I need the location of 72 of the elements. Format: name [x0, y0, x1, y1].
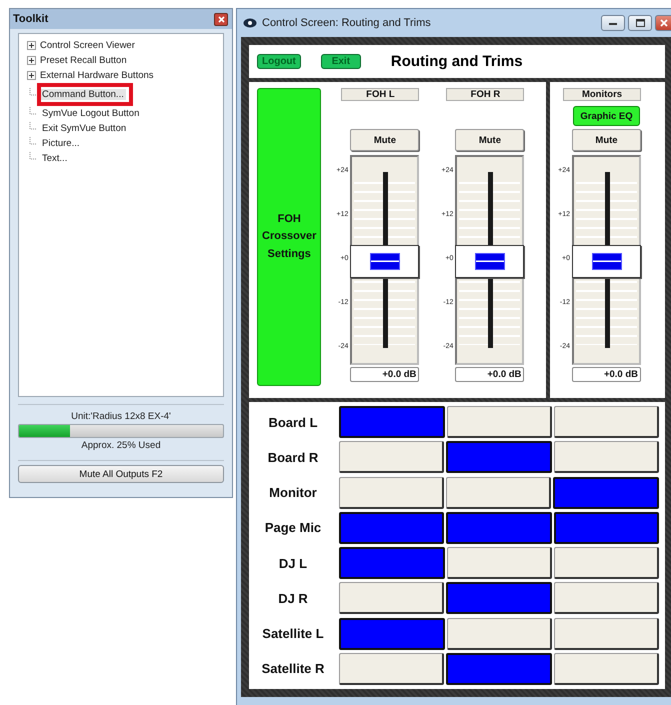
routing-toggle[interactable]: [446, 582, 552, 614]
routing-toggle[interactable]: [339, 406, 445, 438]
routing-toggle[interactable]: [446, 476, 551, 509]
unit-label: Unit:'Radius 12x8 EX-4': [70, 411, 172, 422]
tree-item[interactable]: Control Screen Viewer: [38, 40, 137, 51]
tree-item[interactable]: Picture...: [40, 138, 82, 149]
routing-toggle[interactable]: [339, 441, 444, 474]
source-label: Satellite L: [261, 626, 325, 642]
maximize-icon: [636, 19, 644, 27]
tree-item[interactable]: Preset Recall Button: [38, 55, 129, 66]
level-readout: +0.0 dB: [455, 367, 524, 382]
panel-title: Toolkit: [13, 13, 48, 25]
source-label: DJ R: [277, 590, 309, 606]
tree-item[interactable]: External Hardware Buttons: [38, 70, 156, 81]
channel-label: Monitors: [563, 88, 641, 101]
source-label: Satellite R: [260, 661, 326, 676]
routing-toggle[interactable]: [446, 652, 552, 685]
tree-item[interactable]: Command Button...: [40, 89, 126, 100]
routing-toggle[interactable]: [447, 406, 552, 438]
expand-icon[interactable]: [27, 71, 36, 80]
routing-toggle[interactable]: [554, 652, 659, 685]
tree-item[interactable]: Text...: [40, 153, 70, 164]
mute-button[interactable]: Mute: [455, 129, 524, 151]
mute-all-button[interactable]: Mute All Outputs F2: [18, 465, 224, 483]
routing-toggle[interactable]: [553, 476, 659, 509]
routing-toggle[interactable]: [339, 652, 444, 685]
minimize-button[interactable]: [601, 15, 625, 31]
channel-label: FOH L: [341, 88, 420, 101]
expand-icon[interactable]: [27, 56, 36, 65]
close-button[interactable]: [655, 15, 671, 31]
source-label: Monitor: [268, 485, 318, 500]
source-label: Board R: [266, 450, 320, 465]
close-button[interactable]: [214, 12, 228, 26]
close-icon: [660, 19, 668, 27]
routing-toggle[interactable]: [446, 512, 552, 544]
mute-button[interactable]: Mute: [350, 129, 420, 151]
screen-title: Routing and Trims: [390, 53, 523, 70]
source-label: Page Mic: [264, 520, 322, 536]
eye-icon: [243, 18, 257, 28]
routing-toggle[interactable]: [339, 512, 444, 544]
close-icon: [218, 16, 224, 22]
source-label: DJ L: [278, 556, 308, 571]
routing-toggle[interactable]: [446, 441, 552, 474]
graphic-eq-button[interactable]: Graphic EQ: [573, 106, 640, 126]
routing-toggle[interactable]: [339, 582, 444, 614]
routing-toggle[interactable]: [447, 618, 552, 650]
tree-item[interactable]: SymVue Logout Button: [40, 108, 142, 119]
routing-toggle[interactable]: [339, 547, 445, 580]
fader-handle[interactable]: [572, 245, 641, 278]
minimize-icon: [609, 22, 617, 24]
usage-label: Approx. 25% Used: [80, 440, 162, 451]
routing-toggle[interactable]: [554, 441, 659, 474]
routing-toggle[interactable]: [554, 547, 659, 580]
crossover-button[interactable]: FOH Crossover Settings: [257, 88, 322, 386]
routing-toggle[interactable]: [554, 406, 659, 438]
routing-toggle[interactable]: [554, 582, 659, 614]
routing-toggle[interactable]: [447, 547, 552, 580]
fader-handle[interactable]: [455, 245, 524, 278]
routing-toggle[interactable]: [339, 476, 444, 509]
maximize-button[interactable]: [628, 15, 652, 31]
routing-toggle[interactable]: [554, 618, 659, 650]
tree-item[interactable]: Exit SymVue Button: [40, 123, 128, 134]
level-readout: +0.0 dB: [350, 367, 420, 382]
window-title: Control Screen: Routing and Trims: [262, 17, 432, 29]
source-label: Board L: [267, 414, 319, 430]
channel-label: FOH R: [446, 88, 524, 101]
routing-toggle[interactable]: [339, 618, 445, 650]
routing-toggle[interactable]: [554, 512, 659, 544]
mute-button[interactable]: Mute: [572, 129, 641, 151]
expand-icon[interactable]: [27, 41, 36, 50]
fader-handle[interactable]: [350, 245, 420, 278]
level-readout: +0.0 dB: [572, 367, 641, 382]
